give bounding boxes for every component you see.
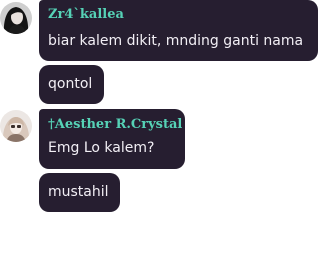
sender-name[interactable]: †Aesther R.Crystal [48,117,182,133]
message-text: mustahil [48,184,109,200]
message-text: qontol [48,76,93,92]
message-bubble[interactable]: qontol [39,65,104,104]
message-bubble[interactable]: †Aesther R.Crystal Emg Lo kalem? [39,109,185,169]
light-haired-girl-avatar-icon[interactable] [0,110,32,142]
message-bubble[interactable]: mustahil [39,173,120,212]
message-text: Emg Lo kalem? [48,140,155,156]
sender-name[interactable]: Zr4`kallea [48,7,310,23]
dark-haired-woman-avatar-icon[interactable] [0,2,32,34]
message-bubble[interactable]: Zr4`kallea biar kalem dikit, mnding gant… [39,0,318,61]
chat-view: Zr4`kallea biar kalem dikit, mnding gant… [0,0,320,262]
message-text: biar kalem dikit, mnding ganti nama [48,33,304,49]
